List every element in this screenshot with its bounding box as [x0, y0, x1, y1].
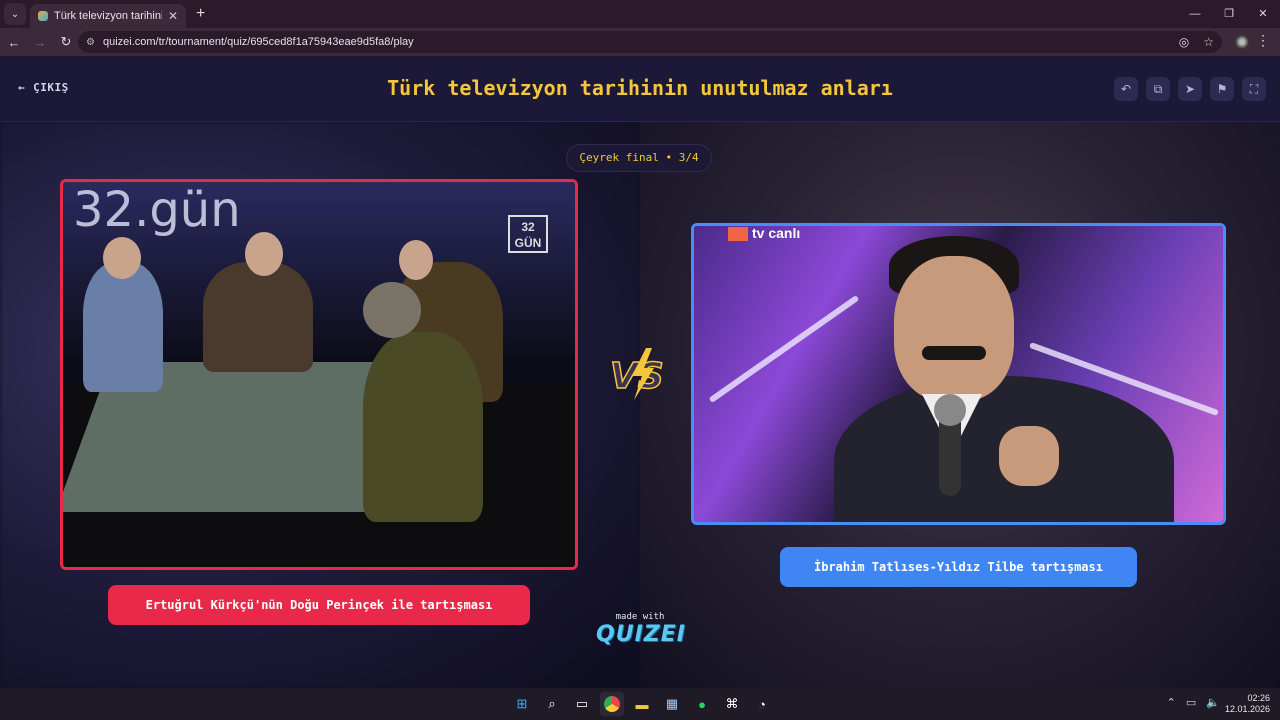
quiz-page: ← ÇIKIŞ Türk televizyon tarihinin unutul…: [0, 56, 1280, 688]
back-arrow-icon[interactable]: ←: [2, 35, 26, 50]
browser-toolbar: ← → ↻ ⚙ quizei.com/tr/tournament/quiz/69…: [0, 28, 1280, 56]
microphone-head: [934, 394, 966, 426]
profile-avatar[interactable]: [1234, 34, 1250, 50]
browser-menu-icon[interactable]: ⋮: [1256, 32, 1270, 49]
toolbar: ↶ ⧉ ➤ ⚑ ⛶: [1114, 77, 1266, 101]
browser-tab-active[interactable]: Türk televizyon tarihinin unutul ✕: [30, 4, 186, 28]
new-tab-button[interactable]: +: [196, 5, 205, 23]
taskbar-icons: ⊞ ⌕ ▭ ▬ ▦ ● ⌘ ◔: [510, 692, 774, 716]
tab-close-icon[interactable]: ✕: [168, 9, 178, 23]
spotify-icon[interactable]: ●: [690, 692, 714, 716]
address-bar[interactable]: ⚙ quizei.com/tr/tournament/quiz/695ced8f…: [78, 31, 1222, 53]
left-option-image[interactable]: 32.gün 32 GÜN: [60, 179, 578, 570]
network-icon[interactable]: ▭: [1186, 696, 1196, 709]
versus-icon: VS: [609, 348, 665, 400]
person-2: [203, 262, 313, 372]
quizei-logo: QUIZEI: [596, 622, 686, 647]
forward-arrow-icon[interactable]: →: [28, 35, 52, 50]
left-option-button[interactable]: Ertuğrul Kürkçü'nün Doğu Perinçek ile ta…: [108, 585, 530, 625]
volume-icon[interactable]: 🔈: [1206, 696, 1220, 709]
studio-bg-text: 32.gün: [73, 182, 241, 238]
taskview-icon[interactable]: ▭: [570, 692, 594, 716]
bookmark-star-icon[interactable]: ☆: [1203, 35, 1214, 49]
restore-button[interactable]: ❐: [1212, 0, 1246, 28]
layers-icon[interactable]: ⧉: [1146, 77, 1170, 101]
eye-off-icon[interactable]: ◎: [1179, 35, 1189, 49]
reload-icon[interactable]: ↻: [54, 34, 78, 50]
mustache: [922, 346, 986, 360]
channel-logo: 32 GÜN: [508, 215, 548, 253]
search-icon[interactable]: ⌕: [540, 692, 564, 716]
right-option-button[interactable]: İbrahim Tatlıses-Yıldız Tilbe tartışması: [780, 547, 1137, 587]
head-2: [245, 232, 283, 276]
site-info-icon[interactable]: ⚙: [86, 37, 95, 48]
system-tray: ⌃ ▭ 🔈: [1167, 696, 1220, 709]
undo-icon[interactable]: ↶: [1114, 77, 1138, 101]
tab-title: Türk televizyon tarihinin unutul: [54, 10, 162, 22]
other-app-icon[interactable]: ◔: [750, 692, 774, 716]
person-4: [363, 332, 483, 522]
send-icon[interactable]: ➤: [1178, 77, 1202, 101]
quiz-header: ← ÇIKIŞ Türk televizyon tarihinin unutul…: [0, 56, 1280, 122]
store-icon[interactable]: ▦: [660, 692, 684, 716]
close-window-button[interactable]: ✕: [1246, 0, 1280, 28]
person-1: [83, 262, 163, 392]
page-title: Türk televizyon tarihinin unutulmaz anla…: [387, 76, 893, 100]
head-3: [399, 240, 433, 280]
head-4: [363, 282, 421, 338]
quizei-favicon-icon: [38, 11, 48, 21]
face: [894, 256, 1014, 401]
channel-logo: tv canlı: [728, 226, 800, 242]
clock-date: 12.01.2026: [1224, 704, 1270, 714]
head-1: [103, 237, 141, 279]
windows-icon[interactable]: ⊞: [510, 692, 534, 716]
explorer-icon[interactable]: ▬: [630, 692, 654, 716]
chrome-icon[interactable]: [600, 692, 624, 716]
round-badge: Çeyrek final • 3/4: [566, 144, 712, 172]
browser-tab-bar: ⌄ Türk televizyon tarihinin unutul ✕ + —…: [0, 0, 1280, 28]
made-with-text: made with: [615, 612, 665, 622]
minimize-button[interactable]: —: [1178, 0, 1212, 28]
made-with-quizei[interactable]: made with QUIZEI: [596, 612, 686, 647]
chevron-up-icon[interactable]: ⌃: [1167, 696, 1176, 709]
window-controls: — ❐ ✕: [1178, 0, 1280, 28]
windows-taskbar: ⊞ ⌕ ▭ ▬ ▦ ● ⌘ ◔ ⌃ ▭ 🔈 02:26 12.01.2026: [0, 688, 1280, 720]
tab-search-button[interactable]: ⌄: [4, 3, 26, 25]
clock-time: 02:26: [1247, 693, 1270, 703]
hand: [999, 426, 1059, 486]
capcut-icon[interactable]: ⌘: [720, 692, 744, 716]
svg-text:VS: VS: [610, 356, 664, 397]
right-option-image[interactable]: tv canlı: [691, 223, 1226, 525]
fullscreen-icon[interactable]: ⛶: [1242, 77, 1266, 101]
clock[interactable]: 02:26 12.01.2026: [1225, 693, 1270, 715]
flag-icon[interactable]: ⚑: [1210, 77, 1234, 101]
url-text[interactable]: quizei.com/tr/tournament/quiz/695ced8f1a…: [103, 36, 414, 48]
